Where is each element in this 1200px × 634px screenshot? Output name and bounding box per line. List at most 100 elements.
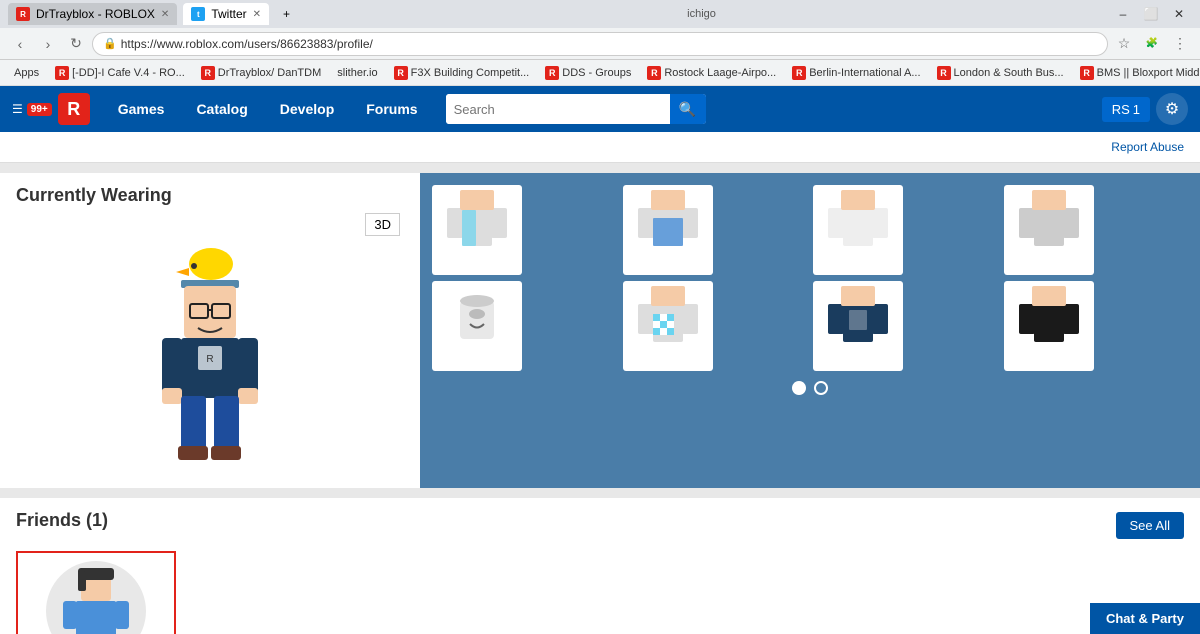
item-card-1[interactable] — [432, 185, 522, 275]
friend-card-realdanswife[interactable]: realdanswife — [16, 551, 176, 634]
item-card-3[interactable] — [813, 185, 903, 275]
chat-party-label: Chat & Party — [1106, 611, 1184, 626]
chat-party-bar[interactable]: Chat & Party — [1090, 603, 1200, 634]
3d-button[interactable]: 3D — [365, 213, 400, 236]
item-svg-5 — [442, 286, 512, 366]
tab-twitter-label: Twitter — [211, 7, 246, 21]
tab-twitter[interactable]: t Twitter ✕ — [183, 3, 269, 25]
svg-text:R: R — [206, 354, 213, 365]
item-card-8[interactable] — [1004, 281, 1094, 371]
avatar-panel: Currently Wearing 3D — [0, 173, 420, 488]
extensions-button[interactable]: 🧩 — [1140, 32, 1164, 56]
tab-roblox[interactable]: R DrTrayblox - ROBLOX ✕ — [8, 3, 177, 25]
hamburger-icon: ☰ — [12, 102, 23, 116]
menu-button[interactable]: ⋮ — [1168, 32, 1192, 56]
gear-icon: ⚙ — [1165, 99, 1179, 119]
r-icon-7: R — [937, 66, 951, 80]
r-icon-4: R — [545, 66, 559, 80]
item-card-2[interactable] — [623, 185, 713, 275]
nav-develop[interactable]: Develop — [264, 87, 350, 131]
carousel-dot-1[interactable] — [792, 381, 806, 395]
carousel-dot-2[interactable] — [814, 381, 828, 395]
search-input-wrap: 🔍 — [446, 94, 706, 124]
report-abuse-link[interactable]: Report Abuse — [1111, 140, 1184, 154]
nav-links: Games Catalog Develop Forums — [102, 87, 434, 131]
item-card-5[interactable] — [432, 281, 522, 371]
ssl-lock-icon: 🔒 — [103, 37, 117, 50]
title-bar: R DrTrayblox - ROBLOX ✕ t Twitter ✕ + ic… — [0, 0, 1200, 28]
bookmark-london[interactable]: R London & South Bus... — [931, 64, 1070, 82]
hamburger-menu[interactable]: ☰ 99+ — [12, 102, 52, 116]
bookmark-f3x[interactable]: R F3X Building Competit... — [388, 64, 536, 82]
new-tab-icon: + — [283, 7, 290, 21]
close-button[interactable]: ✕ — [1166, 1, 1192, 27]
page-content: Report Abuse Currently Wearing 3D — [0, 132, 1200, 634]
nav-forums[interactable]: Forums — [350, 87, 433, 131]
forward-button[interactable]: › — [36, 32, 60, 56]
r-icon-6: R — [792, 66, 806, 80]
robux-count: 1 — [1133, 102, 1140, 117]
item-card-4[interactable] — [1004, 185, 1094, 275]
item-svg-7 — [823, 286, 893, 366]
nav-games[interactable]: Games — [102, 87, 181, 131]
bookmark-dds[interactable]: R DDS - Groups — [539, 64, 637, 82]
nav-right: RS 1 ⚙ — [1102, 93, 1188, 125]
roblox-logo[interactable]: R — [58, 93, 90, 125]
search-icon: 🔍 — [679, 101, 696, 118]
apps-label: Apps — [14, 67, 39, 79]
avatar-svg: R — [126, 226, 286, 466]
friends-header: Friends (1) See All — [16, 510, 1184, 541]
item-svg-6 — [633, 286, 703, 366]
search-input[interactable] — [446, 94, 670, 124]
tab-roblox-label: DrTrayblox - ROBLOX — [36, 7, 155, 21]
reload-button[interactable]: ↻ — [64, 32, 88, 56]
minimize-button[interactable]: – — [1110, 1, 1136, 27]
window-controls: – ⬜ ✕ — [1110, 1, 1192, 27]
address-text: https://www.roblox.com/users/86623883/pr… — [121, 37, 373, 51]
r-icon: R — [55, 66, 69, 80]
robux-button[interactable]: RS 1 — [1102, 97, 1150, 122]
bookmark-apps[interactable]: Apps — [8, 65, 45, 81]
new-tab-btn[interactable]: + — [275, 3, 301, 25]
report-bar: Report Abuse — [0, 132, 1200, 163]
search-button[interactable]: 🔍 — [670, 94, 706, 124]
roblox-navbar: ☰ 99+ R Games Catalog Develop Forums 🔍 R… — [0, 86, 1200, 132]
browser-user: ichigo — [687, 8, 724, 20]
item-svg-3 — [823, 190, 893, 270]
tab-twitter-close[interactable]: ✕ — [253, 9, 261, 20]
item-svg-4 — [1014, 190, 1084, 270]
see-all-button[interactable]: See All — [1116, 512, 1184, 539]
r-icon-5: R — [647, 66, 661, 80]
bookmark-slither[interactable]: slither.io — [331, 65, 383, 81]
item-card-7[interactable] — [813, 281, 903, 371]
back-button[interactable]: ‹ — [8, 32, 32, 56]
friend-avatar-svg — [56, 566, 136, 634]
items-grid — [432, 185, 1188, 371]
item-svg-8 — [1014, 286, 1084, 366]
address-bar[interactable]: 🔒 https://www.roblox.com/users/86623883/… — [92, 32, 1108, 56]
bookmark-r1[interactable]: R [-DD]-I Cafe V.4 - RO... — [49, 64, 191, 82]
bookmark-drtrayblox[interactable]: R DrTrayblox/ DanTDM — [195, 64, 328, 82]
bookmarks-bar: Apps R [-DD]-I Cafe V.4 - RO... R DrTray… — [0, 60, 1200, 86]
tab-roblox-close[interactable]: ✕ — [161, 9, 169, 20]
search-area: 🔍 — [446, 94, 1090, 124]
settings-button[interactable]: ⚙ — [1156, 93, 1188, 125]
friends-title: Friends (1) — [16, 510, 108, 531]
roblox-favicon: R — [16, 7, 30, 21]
friend-avatar — [46, 561, 146, 634]
bookmark-rostock[interactable]: R Rostock Laage-Airpo... — [641, 64, 782, 82]
item-svg-1 — [442, 190, 512, 270]
notification-badge: 99+ — [27, 103, 52, 116]
r-icon-8: R — [1080, 66, 1094, 80]
currently-wearing-title: Currently Wearing — [16, 185, 404, 206]
bookmark-button[interactable]: ☆ — [1112, 32, 1136, 56]
maximize-button[interactable]: ⬜ — [1138, 1, 1164, 27]
robux-icon: RS — [1112, 102, 1130, 117]
item-card-6[interactable] — [623, 281, 713, 371]
bookmark-bms[interactable]: R BMS || Bloxport Middl... — [1074, 64, 1200, 82]
avatar-display: R — [16, 216, 396, 476]
items-panel — [420, 173, 1200, 488]
nav-catalog[interactable]: Catalog — [180, 87, 263, 131]
bookmark-berlin[interactable]: R Berlin-International A... — [786, 64, 926, 82]
currently-wearing-section: Currently Wearing 3D — [0, 173, 1200, 488]
